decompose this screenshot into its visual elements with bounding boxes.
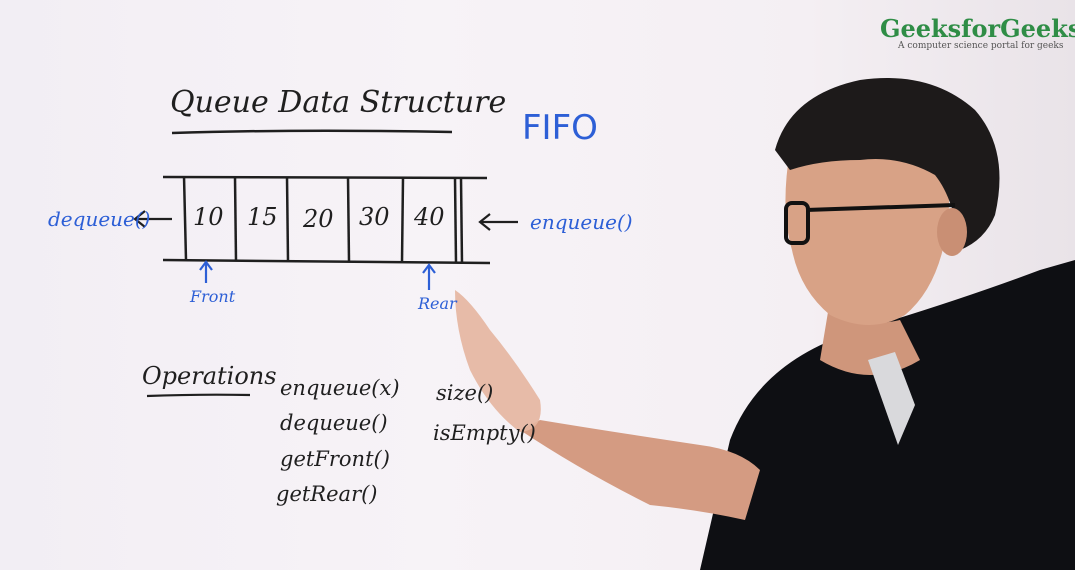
presenter-figure xyxy=(455,78,1075,570)
enqueue-label: enqueue() xyxy=(530,210,633,234)
operation-item: getFront() xyxy=(280,447,390,471)
operation-item: dequeue() xyxy=(280,411,388,435)
whiteboard-drawing xyxy=(133,78,1075,570)
queue-cell-value: 15 xyxy=(247,203,278,231)
board-title: Queue Data Structure xyxy=(170,85,507,120)
rear-pointer xyxy=(422,263,436,290)
operations-underline xyxy=(146,393,251,398)
front-pointer xyxy=(199,260,213,283)
dequeue-label: dequeue() xyxy=(48,207,151,231)
queue-cell-value: 30 xyxy=(359,203,390,231)
queue-cell-value: 10 xyxy=(193,203,224,231)
rear-label: Rear xyxy=(418,294,457,313)
title-underline xyxy=(171,129,453,135)
queue-cell-value: 40 xyxy=(414,203,445,231)
front-label: Front xyxy=(190,287,236,306)
operation-item: getRear() xyxy=(276,482,378,506)
fifo-label: FIFO xyxy=(522,108,598,148)
operation-item: enqueue(x) xyxy=(280,376,400,400)
video-frame: GeeksforGeeks A computer science portal … xyxy=(0,0,1075,570)
queue-cell-value: 20 xyxy=(303,205,334,233)
operation-item: isEmpty() xyxy=(433,421,536,445)
enqueue-arrow xyxy=(478,213,518,231)
operation-item: size() xyxy=(436,381,494,405)
operations-heading: Operations xyxy=(142,362,277,390)
